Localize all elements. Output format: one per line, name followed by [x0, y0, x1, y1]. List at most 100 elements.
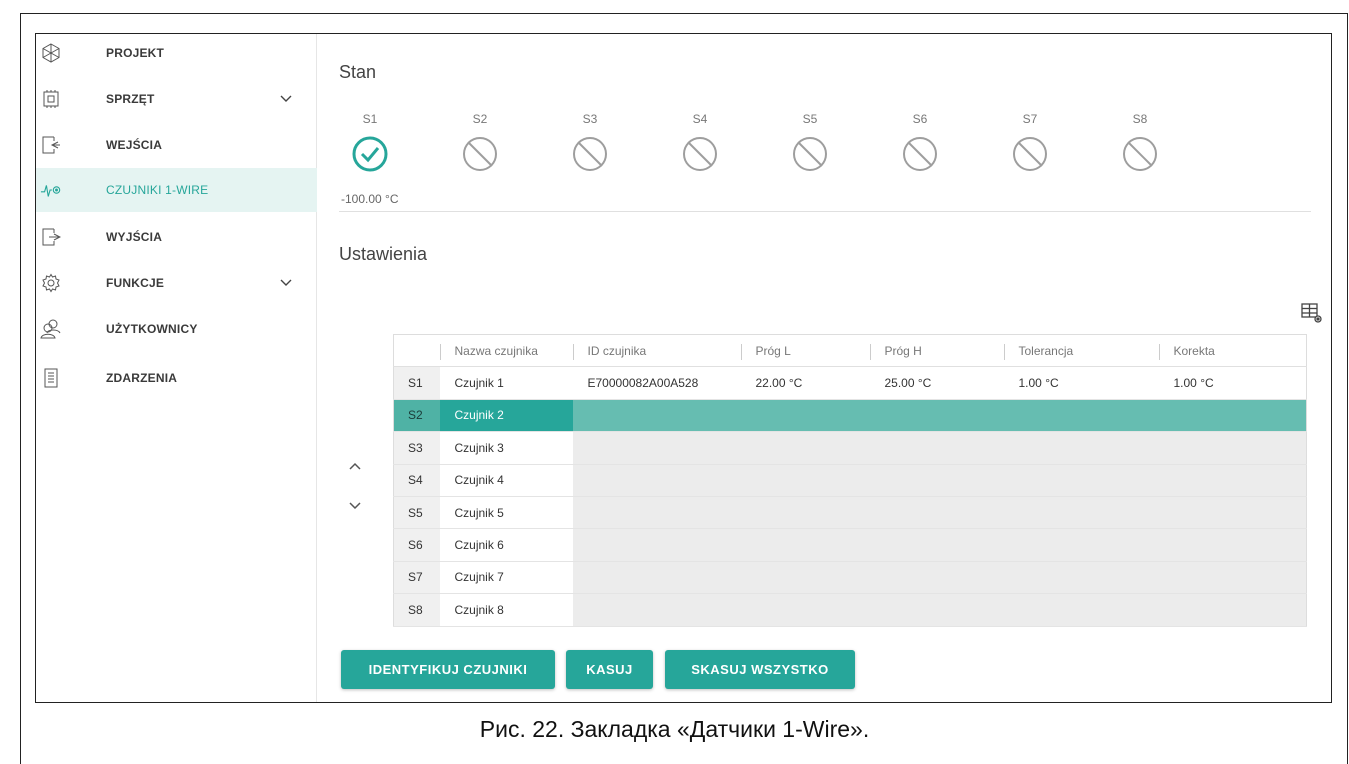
low-threshold-cell[interactable]	[740, 399, 870, 433]
sidebar-item-uzytkownicy[interactable]: UŻYTKOWNICY	[36, 307, 317, 351]
status-section-title: Stan	[339, 62, 377, 82]
sidebar-item-projekt[interactable]: PROJEKT	[36, 34, 317, 75]
correction-cell[interactable]: 1.00 °C	[1158, 366, 1307, 400]
sensor-name-cell[interactable]: Czujnik 4	[439, 464, 573, 497]
sensor-s1-temperature: -100.00 °C	[341, 192, 399, 206]
sidebar: PROJEKT SPRZĘT WEJŚCIA CZUJNIKI 1-WIRE W…	[36, 34, 317, 702]
sensor-name-cell[interactable]: Czujnik 1	[439, 366, 573, 400]
sensor-status-s8: S8	[1110, 112, 1170, 174]
sensor-status-s4: S4	[670, 112, 730, 174]
users-icon	[40, 318, 62, 340]
table-row[interactable]: S6 Czujnik 6	[393, 528, 1307, 562]
pulse-sensor-icon	[40, 179, 62, 201]
events-list-icon	[40, 367, 62, 389]
sensor-label: S1	[362, 112, 378, 126]
section-divider	[339, 211, 1311, 212]
tolerance-cell[interactable]	[1003, 399, 1159, 433]
disabled-circle-icon	[903, 137, 937, 171]
sidebar-item-zdarzenia[interactable]: ZDARZENIA	[36, 356, 317, 400]
identify-sensors-button[interactable]: IDENTYFIKUJ CZUJNIKI	[341, 650, 555, 689]
tolerance-cell[interactable]: 1.00 °C	[1003, 366, 1159, 400]
column-header-high-threshold[interactable]: Próg H	[869, 334, 1004, 368]
delete-button[interactable]: KASUJ	[566, 650, 653, 689]
sensor-id-cell[interactable]: E70000082A00A528	[572, 366, 741, 400]
correction-cell[interactable]	[1158, 399, 1307, 433]
table-row[interactable]: S3 Czujnik 3	[393, 431, 1307, 465]
sensor-status-s1: S1	[340, 112, 400, 174]
move-down-button[interactable]	[346, 497, 364, 515]
disabled-circle-icon	[1123, 137, 1157, 171]
empty-sensor-cells[interactable]	[572, 431, 1307, 465]
empty-sensor-cells[interactable]	[572, 528, 1307, 562]
empty-sensor-cells[interactable]	[572, 464, 1307, 497]
column-header-correction[interactable]: Korekta	[1158, 334, 1307, 368]
sensor-id-cell[interactable]	[572, 399, 741, 433]
sensor-status-s5: S5	[780, 112, 840, 174]
sensor-label: S6	[912, 112, 928, 126]
sensor-status-s7: S7	[1000, 112, 1060, 174]
inputs-icon	[40, 134, 62, 156]
project-icon	[40, 42, 62, 64]
sensor-status-s3: S3	[560, 112, 620, 174]
chevron-down-icon[interactable]	[279, 92, 293, 106]
sidebar-item-label: SPRZĘT	[106, 92, 155, 106]
table-row[interactable]: S7 Czujnik 7	[393, 561, 1307, 595]
row-index: S3	[393, 431, 440, 465]
sidebar-item-label: WEJŚCIA	[106, 138, 163, 152]
sidebar-item-wyjscia[interactable]: WYJŚCIA	[36, 215, 317, 259]
disabled-circle-icon	[463, 137, 497, 171]
row-index: S7	[393, 561, 440, 595]
chevron-down-icon[interactable]	[279, 276, 293, 290]
move-up-button[interactable]	[346, 457, 364, 475]
disabled-circle-icon	[1013, 137, 1047, 171]
sidebar-item-wejscia[interactable]: WEJŚCIA	[36, 123, 317, 167]
settings-section-title: Ustawienia	[339, 244, 428, 264]
table-settings-icon[interactable]	[1301, 302, 1323, 324]
table-row[interactable]: S5 Czujnik 5	[393, 496, 1307, 530]
column-header-name[interactable]: Nazwa czujnika	[439, 334, 573, 368]
sensor-name-cell[interactable]: Czujnik 2	[439, 399, 573, 433]
hardware-icon	[40, 88, 62, 110]
sidebar-item-label: CZUJNIKI 1-WIRE	[106, 183, 209, 197]
main-content: Stan S1 S2 S3 S4 S5 S6 S7 S8 -100.00 °C …	[318, 34, 1331, 702]
table-row[interactable]: S4 Czujnik 4	[393, 464, 1307, 497]
sidebar-item-label: PROJEKT	[106, 46, 165, 60]
column-header-low-threshold[interactable]: Próg L	[740, 334, 870, 368]
row-index: S4	[393, 464, 440, 497]
sensor-name-cell[interactable]: Czujnik 8	[439, 593, 573, 627]
empty-sensor-cells[interactable]	[572, 593, 1307, 627]
table-row[interactable]: S8 Czujnik 8	[393, 593, 1307, 627]
column-header-id[interactable]: ID czujnika	[572, 334, 741, 368]
low-threshold-cell[interactable]: 22.00 °C	[740, 366, 870, 400]
sidebar-item-label: WYJŚCIA	[106, 230, 163, 244]
figure-caption: Рис. 22. Закладка «Датчики 1-Wire».	[479, 716, 870, 742]
sensor-name-cell[interactable]: Czujnik 5	[439, 496, 573, 530]
empty-sensor-cells[interactable]	[572, 496, 1307, 530]
sensor-label: S3	[582, 112, 598, 126]
sensor-label: S7	[1022, 112, 1038, 126]
empty-sensor-cells[interactable]	[572, 561, 1307, 595]
sidebar-item-funkcje[interactable]: FUNKCJE	[36, 261, 317, 305]
gear-icon	[40, 272, 62, 294]
table-row[interactable]: S2 Czujnik 2	[393, 399, 1307, 433]
sidebar-item-sprzet[interactable]: SPRZĘT	[36, 77, 317, 121]
table-row[interactable]: S1 Czujnik 1 E70000082A00A528 22.00 °C 2…	[393, 366, 1307, 400]
sensor-name-cell[interactable]: Czujnik 7	[439, 561, 573, 595]
outputs-icon	[40, 226, 62, 248]
sensor-name-cell[interactable]: Czujnik 3	[439, 431, 573, 465]
sidebar-item-czujniki-1-wire[interactable]: CZUJNIKI 1-WIRE	[36, 168, 317, 212]
sensor-label: S4	[692, 112, 708, 126]
high-threshold-cell[interactable]: 25.00 °C	[869, 366, 1004, 400]
sidebar-item-label: ZDARZENIA	[106, 371, 178, 385]
column-header-tolerance[interactable]: Tolerancja	[1003, 334, 1159, 368]
sensor-name-cell[interactable]: Czujnik 6	[439, 528, 573, 562]
sensor-label: S5	[802, 112, 818, 126]
sensor-label: S8	[1132, 112, 1148, 126]
sensor-status-s2: S2	[450, 112, 510, 174]
check-circle-icon	[352, 136, 388, 172]
delete-all-button[interactable]: SKASUJ WSZYSTKO	[665, 650, 855, 689]
table-header-row: Nazwa czujnika ID czujnika Próg L Próg H…	[393, 334, 1307, 368]
high-threshold-cell[interactable]	[869, 399, 1004, 433]
row-index: S8	[393, 593, 440, 627]
app-window: PROJEKT SPRZĘT WEJŚCIA CZUJNIKI 1-WIRE W…	[35, 33, 1332, 703]
